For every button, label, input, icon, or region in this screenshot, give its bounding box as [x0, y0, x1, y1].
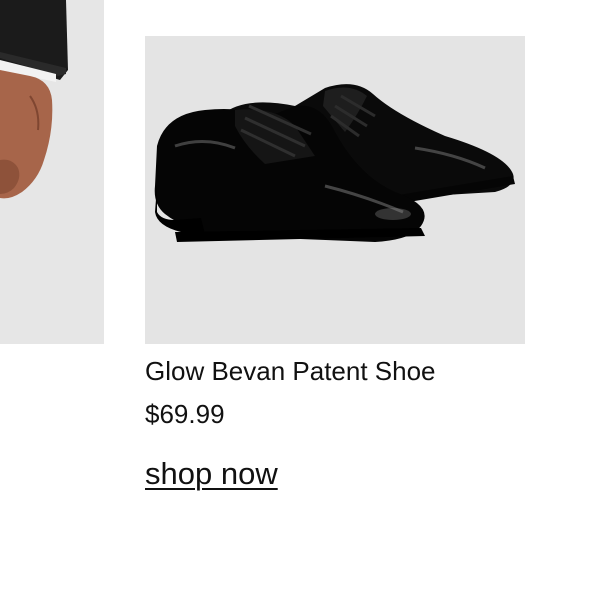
previous-product-image[interactable] [0, 0, 104, 344]
suit-sleeve-hand-icon [0, 0, 104, 344]
product-image[interactable] [145, 36, 525, 344]
product-name[interactable]: Glow Bevan Patent Shoe [145, 356, 525, 386]
patent-oxford-shoe-icon [145, 36, 525, 344]
shop-now-link[interactable]: shop now [145, 457, 278, 491]
product-card[interactable]: Glow Bevan Patent Shoe $69.99 shop now [145, 36, 525, 491]
product-carousel: Glow Bevan Patent Shoe $69.99 shop now [0, 0, 600, 596]
product-price: $69.99 [145, 399, 225, 429]
